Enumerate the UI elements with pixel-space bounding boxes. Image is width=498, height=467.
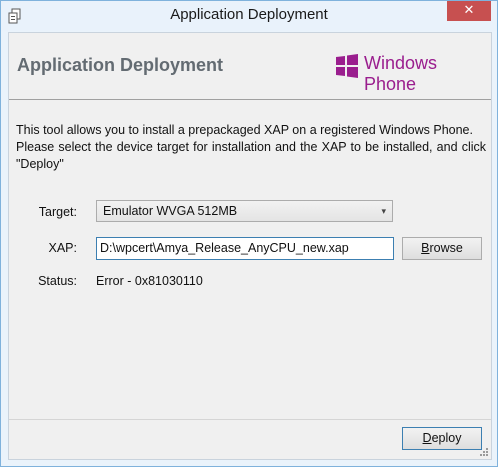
brand-text: Windows Phone [364, 53, 438, 94]
close-button[interactable]: ✕ [447, 1, 491, 21]
title-bar[interactable]: Application Deployment ✕ [1, 1, 497, 31]
deploy-button[interactable]: Deploy [402, 427, 482, 450]
resize-grip-icon[interactable] [479, 447, 489, 457]
target-value: Emulator WVGA 512MB [103, 204, 238, 218]
xap-path-input[interactable]: D:\wpcert\Amya_Release_AnyCPU_new.xap [96, 237, 394, 260]
target-select[interactable]: Emulator WVGA 512MB ▾ [96, 200, 393, 222]
window-title: Application Deployment [170, 6, 328, 23]
target-label: Target: [38, 205, 77, 219]
deploy-access-key: D [422, 431, 432, 445]
browse-label: rowse [429, 241, 463, 255]
description: This tool allows you to install a prepac… [16, 122, 486, 173]
app-window: Application Deployment ✕ Application Dep… [0, 0, 498, 467]
browse-access-key: B [421, 241, 430, 255]
chevron-down-icon: ▾ [381, 206, 386, 216]
xap-label: XAP: [48, 241, 78, 255]
status-value: Error - 0x81030110 [96, 274, 203, 288]
description-line: Please select the device target for inst… [16, 140, 486, 171]
description-line: This tool allows you to install a prepac… [16, 123, 473, 137]
dialog-body: Application Deployment Windows Phone Thi… [8, 32, 492, 460]
close-icon: ✕ [463, 3, 475, 18]
page-title: Application Deployment [17, 55, 224, 75]
status-label: Status: [38, 274, 77, 288]
browse-button[interactable]: Browse [402, 237, 482, 260]
windows-logo-icon [336, 54, 358, 78]
footer-divider [9, 419, 491, 420]
header-banner: Application Deployment Windows Phone [9, 33, 491, 100]
deploy-label: eploy [431, 431, 462, 445]
